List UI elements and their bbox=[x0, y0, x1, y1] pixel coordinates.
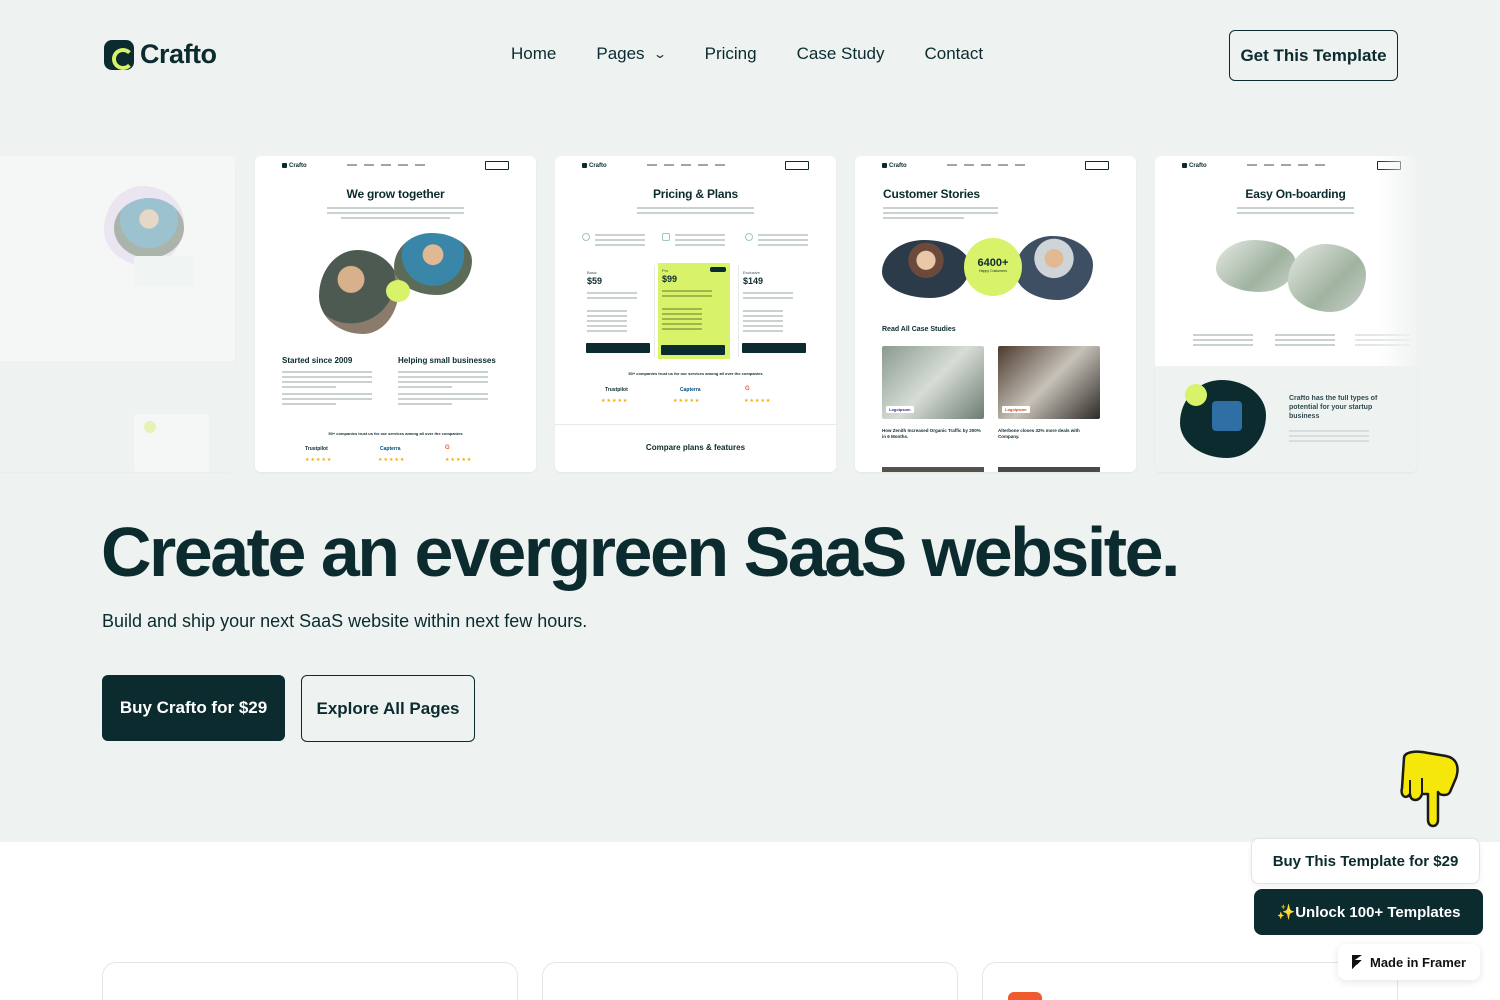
preview-image bbox=[1288, 244, 1366, 312]
feature-icon bbox=[662, 233, 670, 241]
nav-links: Home Pages ⌄ Pricing Case Study Contact bbox=[511, 44, 983, 64]
framer-badge-label: Made in Framer bbox=[1370, 954, 1467, 970]
chevron-down-icon: ⌄ bbox=[652, 47, 667, 61]
brand-logo[interactable]: Crafto bbox=[104, 39, 217, 70]
preview-title: Customer Stories bbox=[883, 187, 980, 201]
preview-trust-text: 50+ companies trust us for our services … bbox=[328, 431, 463, 436]
customer-photo bbox=[1015, 236, 1093, 300]
preview-image bbox=[1216, 240, 1296, 292]
preview-subheading: Helping small businesses bbox=[398, 356, 496, 365]
plan-price: $59 bbox=[587, 276, 603, 286]
rating-stars: ★★★★★ bbox=[673, 398, 701, 404]
plan-button bbox=[742, 343, 806, 353]
stat-value: 6400+ bbox=[977, 257, 1009, 269]
preview-footer-heading: Compare plans & features bbox=[645, 443, 746, 452]
feature-icon bbox=[745, 233, 753, 241]
capterra-logo: Capterra bbox=[380, 446, 401, 452]
nav-link-pages[interactable]: Pages ⌄ bbox=[596, 44, 667, 64]
get-template-button[interactable]: Get This Template bbox=[1229, 30, 1398, 81]
case-title: Alterbone closes 32% more deals with Com… bbox=[998, 428, 1080, 439]
page-previews-carousel: Crafto We grow together Started since 20… bbox=[0, 156, 1500, 472]
trustpilot-logo: Trustpilot bbox=[605, 387, 628, 393]
buy-crafto-button[interactable]: Buy Crafto for $29 bbox=[102, 675, 285, 741]
top-navigation: Crafto Home Pages ⌄ Pricing Case Study C… bbox=[0, 0, 1500, 110]
rating-stars: ★★★★★ bbox=[305, 457, 333, 463]
case-title: How Zenith Increased Organic Traffic by … bbox=[882, 428, 981, 439]
rating-stars: ★★★★★ bbox=[601, 398, 629, 404]
nav-link-home[interactable]: Home bbox=[511, 44, 556, 64]
pricing-plan-pro: Pro $99 bbox=[658, 263, 730, 359]
stat-label: Happy Customers bbox=[978, 269, 1007, 273]
pricing-plan-exclusive: Exclusive $149 bbox=[738, 265, 810, 357]
logoipsum-badge: Logoipsum bbox=[1002, 406, 1030, 413]
capterra-logo: Capterra bbox=[680, 387, 701, 393]
g2-logo: G bbox=[745, 386, 750, 392]
nav-link-contact[interactable]: Contact bbox=[924, 44, 983, 64]
customer-photo bbox=[882, 240, 970, 298]
preview-title: We grow together bbox=[346, 187, 445, 201]
rating-stars: ★★★★★ bbox=[378, 457, 406, 463]
framer-icon bbox=[1352, 955, 1362, 969]
preview-card-about[interactable]: Crafto We grow together Started since 20… bbox=[255, 156, 536, 472]
plan-button bbox=[661, 345, 725, 355]
preview-widget bbox=[134, 256, 194, 286]
explore-pages-button[interactable]: Explore All Pages bbox=[301, 675, 475, 742]
plan-button bbox=[586, 343, 650, 353]
hero-headline: Create an evergreen SaaS website. bbox=[101, 513, 1180, 591]
preview-subheading: Started since 2009 bbox=[282, 356, 353, 365]
logo-icon bbox=[104, 39, 134, 70]
preview-card-onboarding[interactable]: Crafto Easy On-boarding Crafto has the f… bbox=[1155, 156, 1417, 472]
plan-price: $149 bbox=[743, 276, 764, 286]
logoipsum-badge: Logoipsum bbox=[886, 406, 914, 413]
nav-link-pricing[interactable]: Pricing bbox=[705, 44, 757, 64]
rating-stars: ★★★★★ bbox=[445, 457, 473, 463]
feature-card bbox=[542, 962, 958, 1000]
hero-subline: Build and ship your next SaaS website wi… bbox=[102, 611, 588, 631]
preview-image bbox=[114, 198, 184, 258]
lime-accent bbox=[1185, 384, 1207, 406]
mini-logo: Crafto bbox=[282, 163, 307, 169]
feature-card bbox=[102, 962, 518, 1000]
feature-card bbox=[982, 962, 1398, 1000]
feature-card-icon bbox=[1008, 992, 1042, 1000]
pricing-plan-basic: Basic $59 bbox=[583, 265, 655, 357]
preview-icon bbox=[144, 421, 156, 433]
preview-card-customer-stories[interactable]: Crafto Customer Stories 6400+ Happy Cust… bbox=[855, 156, 1136, 472]
made-in-framer-badge[interactable]: Made in Framer bbox=[1338, 944, 1480, 980]
trustpilot-logo: Trustpilot bbox=[305, 446, 328, 452]
lime-accent bbox=[386, 280, 410, 302]
preview-card-pricing[interactable]: Crafto Pricing & Plans Basic $59 Pro $99 bbox=[555, 156, 836, 472]
feature-icon bbox=[582, 233, 590, 241]
preview-trust-text: 50+ companies trust us for our services … bbox=[628, 371, 763, 376]
buy-template-button[interactable]: Buy This Template for $29 bbox=[1251, 838, 1480, 884]
preview-subheading: Read All Case Studies bbox=[882, 326, 956, 333]
nav-link-pages-label: Pages bbox=[596, 44, 645, 63]
unlock-templates-button[interactable]: ✨Unlock 100+ Templates bbox=[1254, 889, 1483, 935]
preview-title: Pricing & Plans bbox=[652, 187, 739, 201]
plan-price: $99 bbox=[662, 274, 678, 284]
stat-badge: 6400+ Happy Customers bbox=[964, 238, 1022, 296]
brand-name: Crafto bbox=[140, 39, 217, 69]
rating-stars: ★★★★★ bbox=[744, 398, 772, 404]
mini-nav: Crafto bbox=[255, 156, 536, 176]
preview-card-partial-left[interactable] bbox=[0, 156, 235, 472]
nav-link-case-study[interactable]: Case Study bbox=[797, 44, 885, 64]
mini-cta bbox=[485, 161, 509, 170]
g2-logo: G bbox=[445, 445, 450, 451]
pointing-hand-icon bbox=[1400, 750, 1459, 828]
